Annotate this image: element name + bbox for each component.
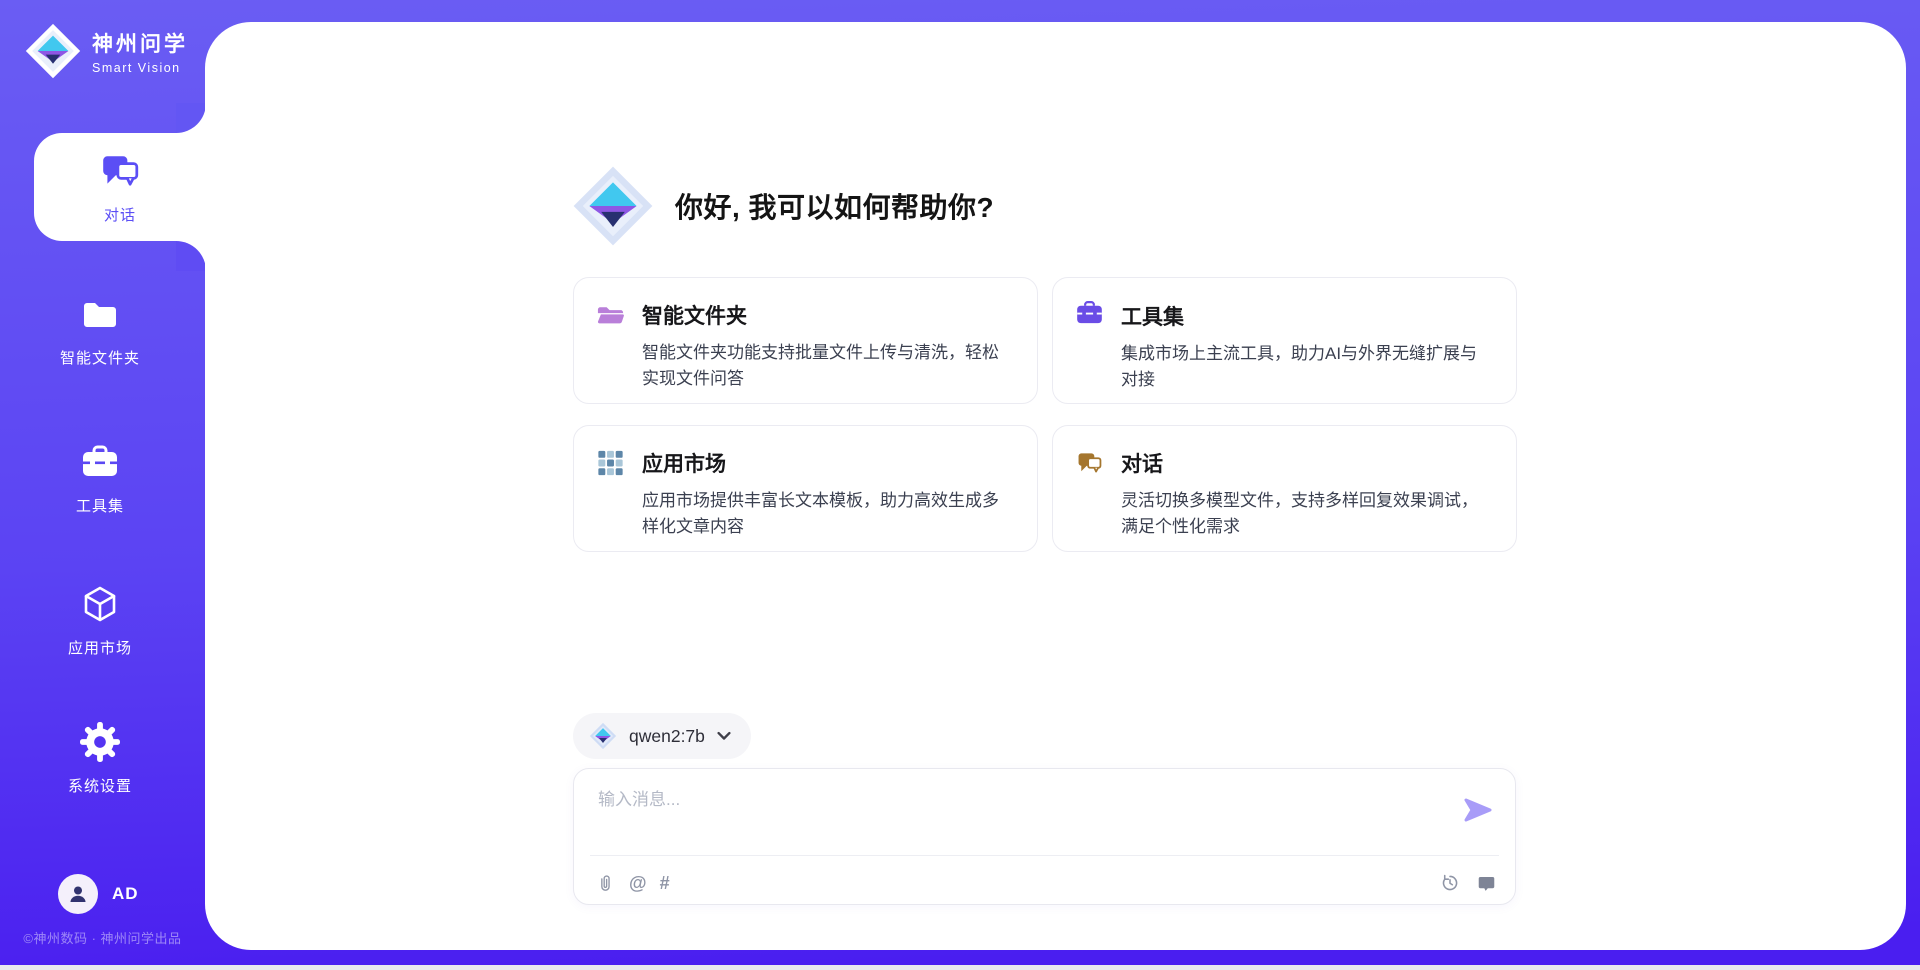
gear-icon — [80, 749, 120, 766]
user-name: AD — [112, 884, 139, 904]
sidebar-item-settings[interactable]: 系统设置 — [18, 722, 182, 796]
grid-icon — [596, 450, 625, 476]
briefcase-icon — [1075, 300, 1104, 331]
paperclip-icon[interactable] — [594, 872, 616, 894]
history-icon[interactable] — [1439, 872, 1461, 894]
window-bottom-edge — [0, 965, 1920, 970]
card-description: 应用市场提供丰富长文本模板，助力高效生成多样化文章内容 — [642, 488, 1011, 540]
card-title: 对话 — [1121, 448, 1163, 478]
sidebar-item-label: 系统设置 — [18, 775, 182, 796]
user-account[interactable]: AD — [58, 874, 139, 914]
model-selector[interactable]: qwen2:7b — [573, 713, 751, 759]
copyright-text: ©神州数码 · 神州问学出品 — [0, 928, 205, 947]
brand-diamond-icon — [571, 162, 655, 250]
composer-divider — [590, 855, 1499, 856]
briefcase-icon — [80, 469, 120, 486]
sidebar-item-label: 工具集 — [18, 495, 182, 516]
brand-name: 神州问学 — [92, 28, 188, 58]
card-app-market[interactable]: 应用市场 应用市场提供丰富长文本模板，助力高效生成多样化文章内容 — [573, 425, 1038, 552]
sidebar-item-label: 应用市场 — [18, 637, 182, 658]
sidebar-item-label: 对话 — [104, 204, 136, 225]
cube-icon — [80, 611, 120, 628]
folder-open-icon — [596, 302, 625, 328]
brand-diamond-icon — [24, 22, 82, 80]
app-logo: 神州问学 Smart Vision — [24, 22, 188, 80]
tab-curve-bottom — [176, 241, 206, 271]
card-smart-folder[interactable]: 智能文件夹 智能文件夹功能支持批量文件上传与清洗，轻松实现文件问答 — [573, 277, 1038, 404]
card-toolset[interactable]: 工具集 集成市场上主流工具，助力AI与外界无缝扩展与对接 — [1052, 277, 1517, 404]
sidebar-item-market[interactable]: 应用市场 — [18, 584, 182, 658]
at-icon[interactable]: @ — [629, 873, 647, 894]
tab-curve-top — [176, 103, 206, 133]
sidebar-item-label: 智能文件夹 — [18, 347, 182, 368]
card-title: 应用市场 — [642, 448, 726, 478]
card-title: 智能文件夹 — [642, 300, 747, 330]
card-title: 工具集 — [1121, 301, 1184, 331]
send-icon[interactable] — [1463, 797, 1493, 823]
card-description: 智能文件夹功能支持批量文件上传与清洗，轻松实现文件问答 — [642, 340, 1011, 392]
main-panel: 你好, 我可以如何帮助你? 智能文件夹 智能文件夹功能支持批量文件上传与清洗，轻… — [205, 22, 1906, 950]
hash-icon[interactable]: # — [660, 873, 670, 894]
sidebar: 神州问学 Smart Vision 对话 智能文件夹 — [0, 0, 205, 970]
feature-cards: 智能文件夹 智能文件夹功能支持批量文件上传与清洗，轻松实现文件问答 工具集 集成… — [573, 277, 1517, 552]
greeting: 你好, 我可以如何帮助你? — [571, 162, 994, 250]
card-description: 集成市场上主流工具，助力AI与外界无缝扩展与对接 — [1121, 341, 1490, 393]
greeting-title: 你好, 我可以如何帮助你? — [675, 186, 994, 226]
brand-diamond-icon — [589, 722, 617, 750]
brand-subtitle: Smart Vision — [92, 61, 188, 75]
card-chat[interactable]: 对话 灵活切换多模型文件，支持多样回复效果调试，满足个性化需求 — [1052, 425, 1517, 552]
message-icon[interactable] — [1475, 872, 1497, 894]
message-input[interactable] — [598, 785, 1438, 847]
sidebar-item-tools[interactable]: 工具集 — [18, 442, 182, 516]
chevron-down-icon — [717, 731, 731, 741]
model-name: qwen2:7b — [629, 726, 705, 747]
avatar — [58, 874, 98, 914]
message-composer: @ # — [573, 768, 1516, 905]
chat-icon — [1075, 450, 1104, 476]
composer-toolbar: @ # — [594, 867, 1497, 899]
person-icon — [66, 882, 90, 906]
chat-icon — [99, 150, 141, 197]
sidebar-item-folders[interactable]: 智能文件夹 — [18, 294, 182, 368]
sidebar-item-chat[interactable]: 对话 — [34, 133, 206, 241]
card-description: 灵活切换多模型文件，支持多样回复效果调试，满足个性化需求 — [1121, 488, 1490, 540]
folder-icon — [80, 321, 120, 338]
